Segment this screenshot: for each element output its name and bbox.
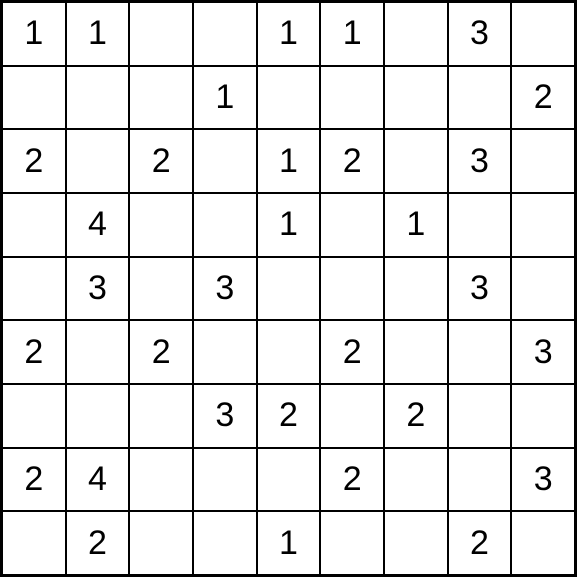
cell-0-8[interactable] [511,2,575,66]
cell-2-5[interactable]: 2 [320,129,384,193]
cell-8-2[interactable] [129,511,193,575]
cell-3-6[interactable]: 1 [384,193,448,257]
cell-1-6[interactable] [384,66,448,130]
cell-4-0[interactable] [2,257,66,321]
cell-4-2[interactable] [129,257,193,321]
cell-3-2[interactable] [129,193,193,257]
cell-3-3[interactable] [193,193,257,257]
cell-5-0[interactable]: 2 [2,320,66,384]
cell-1-3[interactable]: 1 [193,66,257,130]
cell-6-1[interactable] [66,384,130,448]
cell-0-7[interactable]: 3 [448,2,512,66]
cell-7-5[interactable]: 2 [320,448,384,512]
cell-4-4[interactable] [257,257,321,321]
cell-6-5[interactable] [320,384,384,448]
cell-6-3[interactable]: 3 [193,384,257,448]
cell-4-1[interactable]: 3 [66,257,130,321]
cell-5-7[interactable] [448,320,512,384]
cell-8-0[interactable] [2,511,66,575]
cell-7-0[interactable]: 2 [2,448,66,512]
cell-7-3[interactable] [193,448,257,512]
cell-2-1[interactable] [66,129,130,193]
cell-4-3[interactable]: 3 [193,257,257,321]
cell-3-8[interactable] [511,193,575,257]
cell-6-8[interactable] [511,384,575,448]
cell-2-2[interactable]: 2 [129,129,193,193]
cell-8-4[interactable]: 1 [257,511,321,575]
cell-1-4[interactable] [257,66,321,130]
cell-7-2[interactable] [129,448,193,512]
cell-7-1[interactable]: 4 [66,448,130,512]
cell-8-8[interactable] [511,511,575,575]
cell-3-5[interactable] [320,193,384,257]
cell-6-0[interactable] [2,384,66,448]
cell-2-7[interactable]: 3 [448,129,512,193]
cell-4-7[interactable]: 3 [448,257,512,321]
cell-3-7[interactable] [448,193,512,257]
cell-6-2[interactable] [129,384,193,448]
cell-0-3[interactable] [193,2,257,66]
cell-5-2[interactable]: 2 [129,320,193,384]
cell-1-7[interactable] [448,66,512,130]
cell-5-4[interactable] [257,320,321,384]
cell-5-8[interactable]: 3 [511,320,575,384]
cell-5-5[interactable]: 2 [320,320,384,384]
cell-1-1[interactable] [66,66,130,130]
cell-7-7[interactable] [448,448,512,512]
cell-2-0[interactable]: 2 [2,129,66,193]
cell-7-4[interactable] [257,448,321,512]
cell-8-5[interactable] [320,511,384,575]
cell-1-0[interactable] [2,66,66,130]
cell-0-6[interactable] [384,2,448,66]
cell-5-3[interactable] [193,320,257,384]
cell-6-6[interactable]: 2 [384,384,448,448]
cell-4-6[interactable] [384,257,448,321]
cell-4-5[interactable] [320,257,384,321]
cell-2-4[interactable]: 1 [257,129,321,193]
cell-0-4[interactable]: 1 [257,2,321,66]
cell-2-3[interactable] [193,129,257,193]
cell-5-6[interactable] [384,320,448,384]
cell-6-4[interactable]: 2 [257,384,321,448]
cell-8-1[interactable]: 2 [66,511,130,575]
cell-0-0[interactable]: 1 [2,2,66,66]
cell-0-1[interactable]: 1 [66,2,130,66]
cell-1-2[interactable] [129,66,193,130]
cell-1-5[interactable] [320,66,384,130]
cell-8-3[interactable] [193,511,257,575]
cell-3-4[interactable]: 1 [257,193,321,257]
cell-0-5[interactable]: 1 [320,2,384,66]
cell-2-8[interactable] [511,129,575,193]
cell-1-8[interactable]: 2 [511,66,575,130]
cell-8-6[interactable] [384,511,448,575]
puzzle-grid: 11113122212341133322233222423212 [0,0,577,577]
cell-7-6[interactable] [384,448,448,512]
cell-0-2[interactable] [129,2,193,66]
cell-4-8[interactable] [511,257,575,321]
cell-3-0[interactable] [2,193,66,257]
cell-3-1[interactable]: 4 [66,193,130,257]
cell-7-8[interactable]: 3 [511,448,575,512]
cell-6-7[interactable] [448,384,512,448]
cell-2-6[interactable] [384,129,448,193]
cell-8-7[interactable]: 2 [448,511,512,575]
cell-5-1[interactable] [66,320,130,384]
